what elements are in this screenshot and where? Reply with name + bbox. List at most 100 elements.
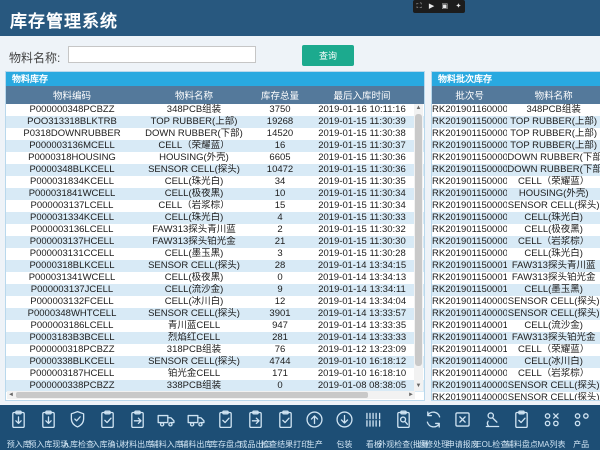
table-row[interactable]: RK2019011500011FAW313探头铂光金 — [432, 272, 600, 284]
table-cell: 2019-01-15 11:30:35 — [310, 176, 414, 188]
table-cell: FAW313探头铂光金 — [507, 272, 600, 284]
table-cell: RK2019011500003 — [432, 188, 507, 200]
overlay-control-icon[interactable]: ⛶ — [417, 0, 422, 13]
query-button[interactable]: 查询 — [302, 45, 354, 66]
table-cell: FAW313探头青川蓝 — [138, 224, 250, 236]
table-row[interactable]: P0000338BLKCELLSENSOR CELL(探头)47442019-0… — [6, 356, 424, 368]
toolbar-item-库存盘点[interactable]: 库存盘点 — [211, 409, 241, 450]
table-row[interactable]: P000003131CCELLCELL(墨玉黑)32019-01-15 11:3… — [6, 248, 424, 260]
scroll-thumb[interactable] — [415, 114, 422, 366]
toolbar-item-产品[interactable]: 产品 — [566, 409, 596, 450]
table-row[interactable]: P0318DOWNRUBBERDOWN RUBBER(下部)145202019-… — [6, 128, 424, 140]
overlay-control-icon[interactable]: ▣ — [442, 0, 449, 13]
table-row[interactable]: RK2019011400004SENSOR CELL(探头) — [432, 392, 600, 401]
table-row[interactable]: RK2019011500002DOWN RUBBER(下部) — [432, 164, 600, 176]
table-row[interactable]: RK2019011500007CELL(珠光白) — [432, 212, 600, 224]
table-cell: 21 — [250, 236, 310, 248]
table-row[interactable]: P000003136MCELLCELL（荣耀蓝）162019-01-15 11:… — [6, 140, 424, 152]
table-cell: 2 — [250, 224, 310, 236]
table-row[interactable]: P000000348PCBZZ348PCB组装37502019-01-16 10… — [6, 104, 424, 116]
toolbar-item-辅料出库[interactable]: 辅料出库 — [182, 409, 212, 450]
table-row[interactable]: RK2019011400004SENSOR CELL(探头) — [432, 380, 600, 392]
table-row[interactable]: RK2019011400011CELL(流沙金) — [432, 320, 600, 332]
horizontal-scrollbar[interactable]: ◄ ► — [7, 391, 415, 399]
table-row[interactable]: RK2019011500001TOP RUBBER(上部) — [432, 140, 600, 152]
toolbar-item-辅料入库[interactable]: 辅料入库 — [152, 409, 182, 450]
scroll-left-icon[interactable]: ◄ — [7, 391, 15, 399]
toolbar-item-检查结果打印[interactable]: 检查结果打印 — [270, 409, 300, 450]
material-name-input[interactable] — [68, 46, 256, 63]
table-row[interactable]: RK2019011500002DOWN RUBBER(下部) — [432, 152, 600, 164]
table-row[interactable]: RK2019011500004CELL（荣耀蓝） — [432, 176, 600, 188]
table-cell: 10 — [250, 188, 310, 200]
table-row[interactable]: P000031834KCELLCELL(珠光白)342019-01-15 11:… — [6, 176, 424, 188]
table-row[interactable]: RK2019011400007CELL(冰川白) — [432, 356, 600, 368]
table-row[interactable]: RK2019011500006CELL(极夜黑) — [432, 224, 600, 236]
toolbar-item-辅料盘点[interactable]: 辅料盘点 — [507, 409, 537, 450]
table-row[interactable]: P000003137HCELLFAW313探头铂光金212019-01-15 1… — [6, 236, 424, 248]
table-row[interactable]: RK2019011400009SENSOR CELL(探头) — [432, 296, 600, 308]
toolbar-item-外观检查批量[interactable]: 外观检查(批量 — [389, 409, 419, 450]
table-row[interactable]: P000003186LCELL青川蓝CELL9472019-01-14 13:3… — [6, 320, 424, 332]
toolbar-item-label: 申请报废 — [447, 439, 479, 450]
table-row[interactable]: P000031841WCELLCELL(极夜黑)102019-01-15 11:… — [6, 188, 424, 200]
table-row[interactable]: RK2019011400005CELL（岩浆棕） — [432, 368, 600, 380]
overlay-control-icon[interactable]: ▶ — [429, 0, 434, 13]
scroll-up-icon[interactable]: ▲ — [414, 104, 423, 113]
table-cell: 烈焰红CELL — [138, 332, 250, 344]
toolbar-item-预入库现场[interactable]: 预入库现场 — [34, 409, 64, 450]
vertical-scrollbar[interactable]: ▲ ▼ — [414, 104, 423, 391]
table-cell: CELL（荣耀蓝） — [138, 140, 250, 152]
table-row[interactable]: RK2019011600001348PCB组装 — [432, 104, 600, 116]
table-row[interactable]: P0000348WHTCELLSENSOR CELL(探头)39012019-0… — [6, 308, 424, 320]
clipboard-out-icon — [245, 409, 266, 435]
table-row[interactable]: RK2019011500005SENSOR CELL(探头) — [432, 200, 600, 212]
table-row[interactable]: P000031341WCELLCELL(极夜黑)02019-01-14 13:3… — [6, 272, 424, 284]
screen-recorder-overlay[interactable]: ⛶ ▶ ▣ ✦ — [413, 0, 465, 13]
table-row[interactable]: P0003183B3BCELL烈焰红CELL2812019-01-14 13:3… — [6, 332, 424, 344]
table-row[interactable]: P000031334KCELLCELL(珠光白)42019-01-15 11:3… — [6, 212, 424, 224]
table-cell: CELL（岩浆棕） — [138, 200, 250, 212]
table-row[interactable]: RK2019011500009CELL(珠光白) — [432, 248, 600, 260]
table-row[interactable]: RK2019011400013CELL（荣耀蓝） — [432, 344, 600, 356]
microscope-icon — [482, 409, 503, 435]
table-row[interactable]: RK2019011400012FAW313探头铂光金 — [432, 332, 600, 344]
table-row[interactable]: P000000318PCBZZ318PCB组装762019-01-12 13:2… — [6, 344, 424, 356]
scroll-right-icon[interactable]: ► — [407, 391, 415, 399]
table-row[interactable]: P0000318HOUSINGHOUSING(外壳)66052019-01-15… — [6, 152, 424, 164]
toolbar-item-返修处理[interactable]: 返修处理 — [418, 409, 448, 450]
toolbar-item-生产[interactable]: 生产 — [300, 409, 330, 450]
scroll-thumb-horizontal[interactable] — [16, 392, 368, 398]
scroll-down-icon[interactable]: ▼ — [414, 382, 423, 391]
toolbar-item-材料出库[interactable]: 材料出库 — [122, 409, 152, 450]
table-row[interactable]: RK2019011500012CELL(墨玉黑) — [432, 284, 600, 296]
toolbar-item-包装[interactable]: 包装 — [330, 409, 360, 450]
toolbar-item-入库检查[interactable]: 入库检查 — [63, 409, 93, 450]
table-cell: P0003183B3BCELL — [6, 332, 138, 344]
toolbar-item-label: 辅料盘点 — [506, 439, 538, 450]
toolbar-item-label: MA列表 — [537, 439, 565, 450]
table-row[interactable]: P000003132FCELLCELL(冰川白)122019-01-14 13:… — [6, 296, 424, 308]
table-row[interactable]: RK2019011500010FAW313探头青川蓝 — [432, 260, 600, 272]
table-row[interactable]: P000003137LCELLCELL（岩浆棕）152019-01-15 11:… — [6, 200, 424, 212]
table-row[interactable]: RK2019011500008CELL（岩浆棕） — [432, 236, 600, 248]
table-row[interactable]: P000003136LCELLFAW313探头青川蓝22019-01-15 11… — [6, 224, 424, 236]
overlay-control-icon[interactable]: ✦ — [455, 0, 461, 13]
circle-up-icon — [304, 409, 325, 435]
table-row[interactable]: RK2019011500003HOUSING(外壳) — [432, 188, 600, 200]
table-cell: 2019-01-15 11:30:32 — [310, 224, 414, 236]
table-cell: 2019-01-15 11:30:38 — [310, 128, 414, 140]
toolbar-item-申请报废[interactable]: 申请报废 — [448, 409, 478, 450]
table-row[interactable]: POO313318BLKTRBTOP RUBBER(上部)192682019-0… — [6, 116, 424, 128]
refresh-icon — [423, 409, 444, 435]
table-row[interactable]: P000003187HCELL铂光金CELL1712019-01-10 16:1… — [6, 368, 424, 380]
table-row[interactable]: P000003137JCELLCELL(流沙金)92019-01-14 13:3… — [6, 284, 424, 296]
table-row[interactable]: RK2019011500001TOP RUBBER(上部) — [432, 116, 600, 128]
table-row[interactable]: P0000318BLKCELLSENSOR CELL(探头)282019-01-… — [6, 260, 424, 272]
table-row[interactable]: RK2019011400009SENSOR CELL(探头) — [432, 308, 600, 320]
table-row[interactable]: P0000348BLKCELLSENSOR CELL(探头)104722019-… — [6, 164, 424, 176]
toolbar-item-EOL检查[interactable]: EOL检查 — [478, 409, 508, 450]
toolbar-item-MA列表[interactable]: MA列表 — [537, 409, 567, 450]
table-row[interactable]: RK2019011500001TOP RUBBER(上部) — [432, 128, 600, 140]
toolbar-item-入库确认[interactable]: 入库确认 — [93, 409, 123, 450]
